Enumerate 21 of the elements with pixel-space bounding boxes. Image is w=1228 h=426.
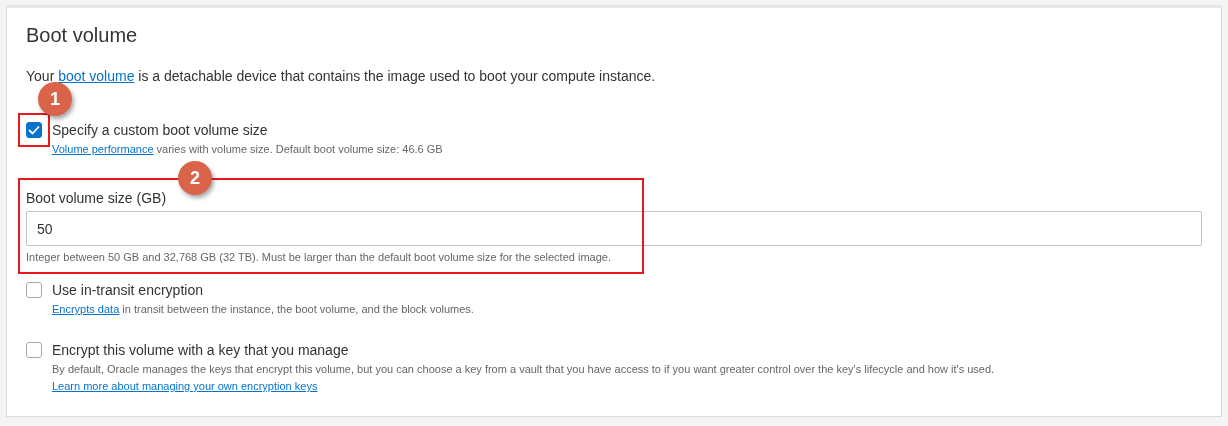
help-link[interactable]: Learn more about managing your own encryption keys (52, 380, 318, 392)
help-text: Volume performance varies with volume size. Default boot volume size: 46.6 GB (52, 142, 443, 157)
callout-badge: 1 (38, 82, 72, 116)
help-link[interactable]: boot volume (58, 68, 135, 84)
checkbox-label: Use in-transit encryption (52, 281, 204, 300)
checkbox[interactable] (26, 122, 42, 138)
checkbox-label: Specify a custom boot volume size (52, 121, 269, 140)
help-text: Integer between 50 GB and 32,768 GB (32 TB). Must be larger than the default boot volume size for the selected image. (26, 250, 612, 265)
help-link[interactable]: Volume performance (52, 143, 154, 155)
input-field[interactable]: 50 (26, 211, 1202, 246)
highlight-frame (18, 113, 50, 147)
help-text: By default, Oracle manages the keys that encrypt this volume, but you can choose a key from a vault that you have access to if you want greater control over the key's lifecycle and how it's used. Learn more about managing your own encryption keys (52, 362, 996, 394)
field-label: Boot volume size (GB) (26, 190, 168, 206)
section-title: Boot volume (26, 24, 139, 47)
callout-badge: 2 (178, 161, 212, 195)
checkbox-label: Encrypt this volume with a key that you manage (52, 341, 350, 360)
checkbox[interactable] (26, 342, 42, 358)
help-link[interactable]: Encrypts data (52, 303, 120, 315)
description-text: Your boot volume is a detachable device that contains the image used to boot your compute instance. (26, 68, 657, 84)
help-text: Encrypts data in transit between the instance, the boot volume, and the block volumes. (52, 302, 474, 317)
checkbox[interactable] (26, 282, 42, 298)
